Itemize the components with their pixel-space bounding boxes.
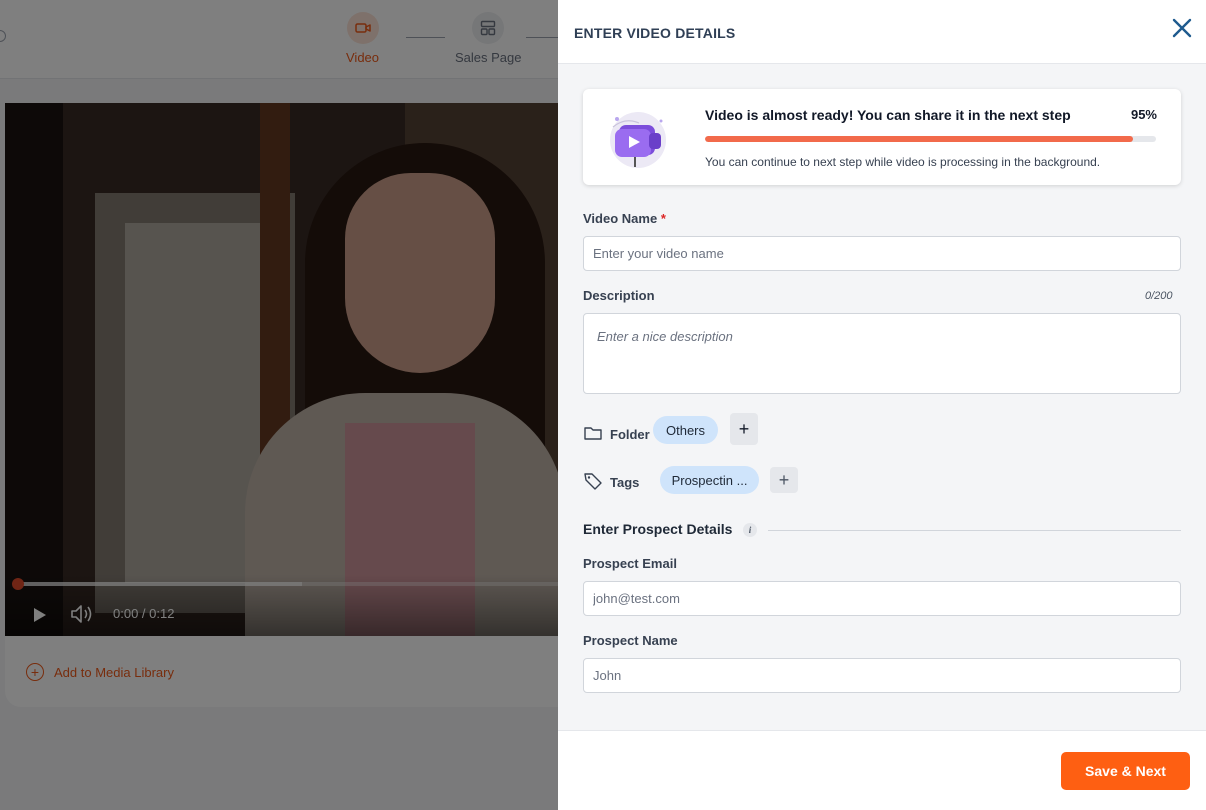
section-divider (768, 530, 1181, 531)
description-counter: 0/200 (1145, 290, 1173, 302)
processing-status-card: Video is almost ready! You can share it … (583, 89, 1181, 185)
add-folder-button[interactable]: + (730, 413, 758, 445)
video-processing-illustration-icon (610, 112, 666, 168)
prospect-name-label: Prospect Name (583, 633, 678, 648)
prospect-name-input[interactable] (583, 658, 1181, 693)
description-label: Description (583, 288, 655, 303)
description-textarea[interactable] (583, 313, 1181, 394)
required-marker: * (660, 211, 666, 226)
info-icon[interactable]: i (743, 523, 757, 537)
status-progress-fill (705, 136, 1134, 142)
status-percent: 95% (1130, 107, 1157, 122)
close-icon[interactable] (1170, 16, 1194, 40)
status-title: Video is almost ready! You can share it … (705, 107, 1071, 123)
drawer-header: ENTER VIDEO DETAILS (558, 0, 1206, 64)
video-details-drawer: ENTER VIDEO DETAILS Video is almost read… (558, 0, 1206, 810)
prospect-section-title: Enter Prospect Details (583, 521, 733, 537)
add-tag-button[interactable]: + (770, 467, 798, 493)
drawer-footer: Save & Next (558, 730, 1206, 810)
folder-icon (584, 427, 602, 440)
save-and-next-button[interactable]: Save & Next (1061, 752, 1190, 790)
folder-chip[interactable]: Others (653, 416, 718, 444)
video-name-label: Video Name * (583, 211, 666, 226)
status-subtitle: You can continue to next step while vide… (705, 155, 1101, 169)
prospect-email-label: Prospect Email (583, 556, 677, 571)
tag-icon (584, 473, 602, 490)
video-name-label-text: Video Name (583, 211, 658, 226)
prospect-email-input[interactable] (583, 581, 1181, 616)
tags-label: Tags (610, 475, 640, 490)
folder-label: Folder (610, 427, 650, 442)
status-progress-bar (705, 136, 1156, 142)
video-name-input[interactable] (583, 236, 1181, 271)
tag-chip[interactable]: Prospectin ... (660, 466, 759, 494)
drawer-title: ENTER VIDEO DETAILS (574, 25, 736, 41)
